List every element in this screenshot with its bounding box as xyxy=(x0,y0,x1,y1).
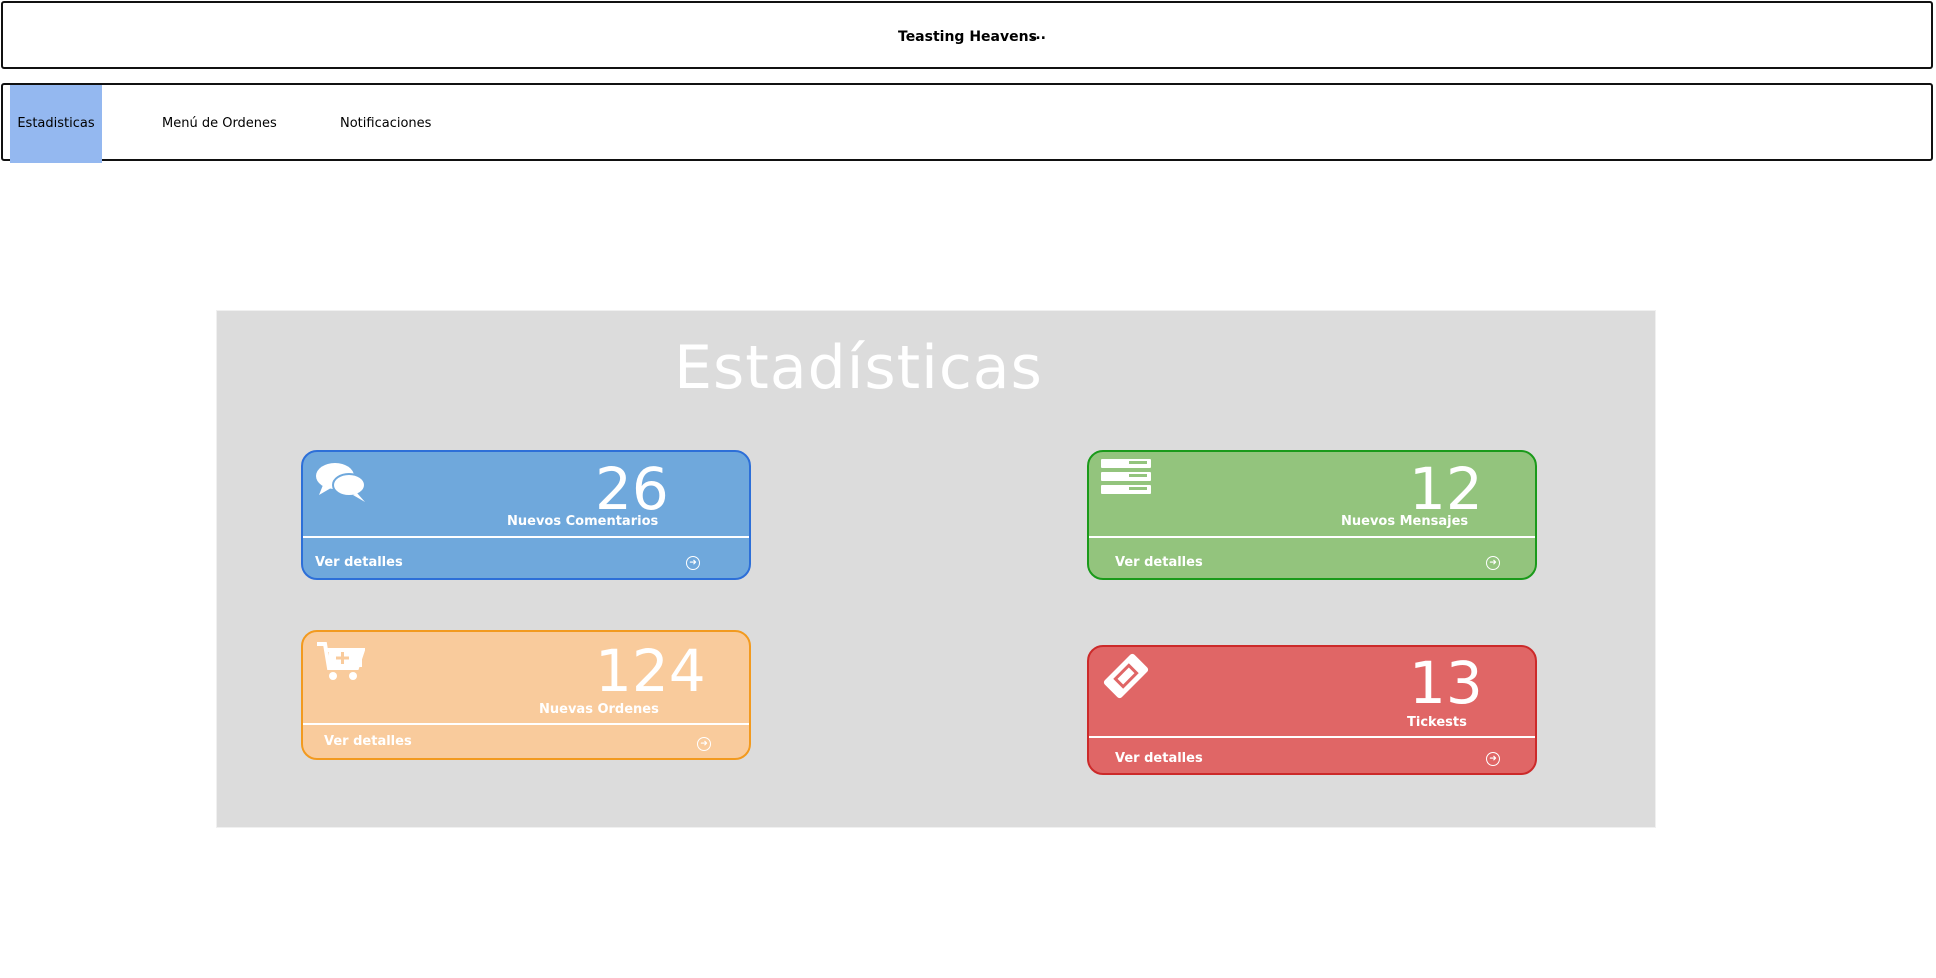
arrow-right-circle-icon[interactable]: ➜ xyxy=(1486,556,1500,570)
cart-plus-icon xyxy=(317,642,366,686)
tickets-card: 13 Tickests Ver detalles ➜ xyxy=(1087,645,1537,775)
stats-title: Estadísticas xyxy=(674,333,1043,403)
messages-card: 12 Nuevos Mensajes Ver detalles ➜ xyxy=(1087,450,1537,580)
messages-label: Nuevos Mensajes xyxy=(1341,514,1469,529)
list-icon xyxy=(1101,459,1151,503)
arrow-right-circle-icon[interactable]: ➜ xyxy=(686,556,700,570)
comments-icon xyxy=(315,461,369,507)
more-menu-button[interactable]: ... xyxy=(1030,27,1046,43)
messages-count: 12 xyxy=(1409,455,1483,523)
tickets-label: Tickests xyxy=(1407,715,1467,730)
app-header: Teasting Heavens ... xyxy=(1,1,1933,69)
app-title: Teasting Heavens xyxy=(898,29,1037,45)
nav-bar: Estadisticas Menú de Ordenes Notificacio… xyxy=(1,83,1933,163)
comments-label: Nuevos Comentarios xyxy=(507,514,659,529)
card-divider xyxy=(303,723,749,725)
messages-details-link[interactable]: Ver detalles xyxy=(1115,555,1203,570)
tickets-count: 13 xyxy=(1409,649,1483,717)
stats-panel: Estadísticas 26 Nuevos Comentarios Ver d… xyxy=(216,310,1656,828)
card-divider xyxy=(1089,536,1535,538)
orders-card: 124 Nuevas Ordenes Ver detalles ➜ xyxy=(301,630,751,760)
orders-count: 124 xyxy=(595,637,706,705)
orders-details-link[interactable]: Ver detalles xyxy=(324,734,412,749)
comments-details-link[interactable]: Ver detalles xyxy=(315,555,403,570)
nav-tab-notificaciones[interactable]: Notificaciones xyxy=(340,85,431,163)
comments-count: 26 xyxy=(595,455,669,523)
nav-tab-estadisticas[interactable]: Estadisticas xyxy=(10,85,102,163)
tickets-details-link[interactable]: Ver detalles xyxy=(1115,751,1203,766)
orders-label: Nuevas Ordenes xyxy=(539,702,659,717)
card-divider xyxy=(1089,736,1535,738)
arrow-right-circle-icon[interactable]: ➜ xyxy=(1486,752,1500,766)
arrow-right-circle-icon[interactable]: ➜ xyxy=(697,737,711,751)
comments-card: 26 Nuevos Comentarios Ver detalles ➜ xyxy=(301,450,751,580)
nav-tab-menu-ordenes[interactable]: Menú de Ordenes xyxy=(162,85,277,163)
card-divider xyxy=(303,536,749,538)
ticket-icon xyxy=(1101,652,1151,704)
